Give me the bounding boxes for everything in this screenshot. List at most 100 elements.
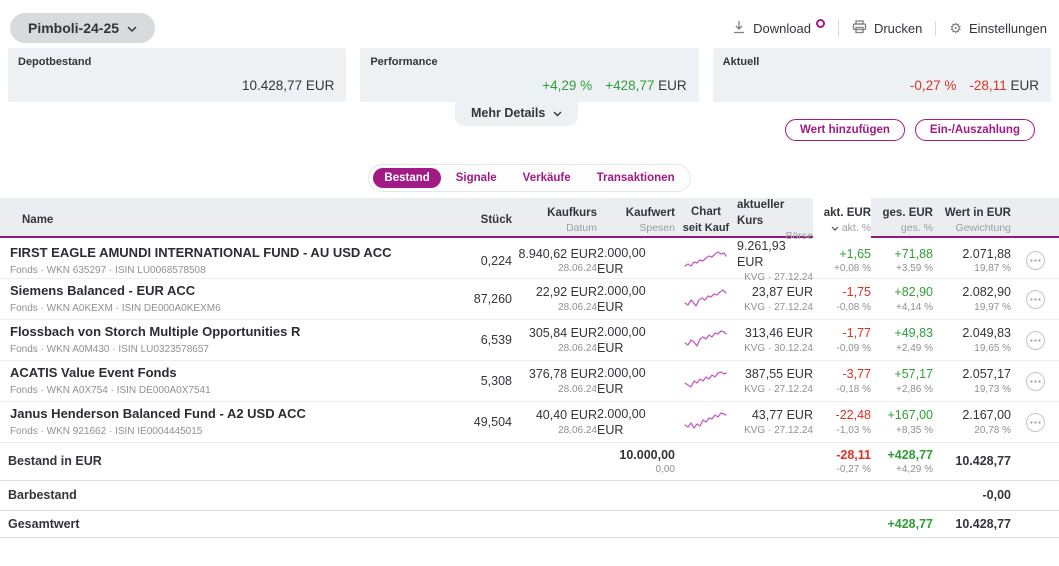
sparkline-chart (684, 369, 728, 393)
fund-meta: Fonds · WKN A0X754 · ISIN DE000A0X7541 (10, 384, 211, 397)
ges-eur-cell: +71,88 +3,59 % (871, 246, 933, 275)
ellipsis-icon (1030, 421, 1041, 424)
fund-name-link[interactable]: FIRST EAGLE AMUNDI INTERNATIONAL FUND - … (10, 245, 392, 262)
ellipsis-icon (1030, 339, 1041, 342)
wert-cell: 2.049,8319,65 % (933, 325, 1011, 354)
row-menu (1011, 251, 1059, 270)
kurs-cell: 23,87 EURKVG · 27.12.24 (737, 284, 813, 313)
fund-meta: Fonds · WKN A0KEXM · ISIN DE000A0KEXM6 (10, 302, 221, 315)
table-row: Flossbach von Storch Multiple Opportunit… (0, 320, 1059, 361)
ges-eur-cell: +49,83 +2,49 % (871, 325, 933, 354)
fund-name-link[interactable]: Janus Henderson Balanced Fund - A2 USD A… (10, 406, 306, 423)
settings-button[interactable]: ⚙ Einstellungen (935, 21, 1047, 36)
tab-transaktionen[interactable]: Transaktionen (586, 168, 686, 188)
add-value-button[interactable]: Wert hinzufügen (785, 119, 905, 141)
row-options-button[interactable] (1026, 372, 1045, 391)
gear-icon: ⚙ (949, 21, 962, 35)
summary-row-barbestand: Barbestand -0,00 (0, 481, 1059, 511)
col-menu (1011, 198, 1059, 243)
kaufwert-cell: 2.000,00 EUR (597, 406, 675, 439)
card-aktuell: Aktuell -0,27 % -28,11 EUR (713, 48, 1051, 102)
kaufkurs-cell: 22,92 EUR28.06.24 (512, 284, 597, 313)
summary-label: Bestand in EUR (0, 453, 440, 469)
summary-kaufwert: 10.000,00 0,00 (597, 447, 675, 476)
table-body: FIRST EAGLE AMUNDI INTERNATIONAL FUND - … (0, 238, 1059, 443)
fund-name-link[interactable]: Flossbach von Storch Multiple Opportunit… (10, 324, 300, 341)
cash-inout-button[interactable]: Ein-/Auszahlung (915, 119, 1035, 141)
row-menu (1011, 413, 1059, 432)
table-row: FIRST EAGLE AMUNDI INTERNATIONAL FUND - … (0, 238, 1059, 279)
stueck-cell: 5,308 (440, 373, 512, 389)
fund-name-link[interactable]: ACATIS Value Event Fonds (10, 365, 177, 382)
stueck-cell: 0,224 (440, 253, 512, 269)
summary-wert: 10.428,77 (933, 516, 1011, 532)
tabs-row: Bestand Signale Verkäufe Transaktionen (0, 164, 1059, 192)
sort-chevron-icon (831, 221, 839, 235)
col-stueck[interactable]: Stück (440, 198, 512, 243)
download-button[interactable]: Download (719, 20, 838, 37)
fund-name-cell: Flossbach von Storch Multiple Opportunit… (0, 324, 440, 356)
row-options-button[interactable] (1026, 331, 1045, 350)
sparkline-cell (675, 328, 737, 352)
kurs-cell: 387,55 EURKVG · 27.12.24 (737, 366, 813, 395)
chevron-down-icon (127, 20, 137, 36)
akt-eur-cell: -22,48 -1,03 % (813, 407, 871, 436)
more-details-label: Mehr Details (471, 106, 545, 120)
card-label: Performance (370, 56, 688, 68)
col-wert[interactable]: Wert in EURGewichtung (933, 198, 1011, 243)
card-performance: Performance +4,29 % +428,77 EUR (360, 48, 698, 102)
kaufwert-cell: 2.000,00 EUR (597, 324, 675, 357)
akt-eur-cell: -1,77 -0,09 % (813, 325, 871, 354)
holdings-table: Name Stück KaufkursDatum KaufwertSpesen … (0, 198, 1059, 538)
row-menu (1011, 372, 1059, 391)
row-menu (1011, 331, 1059, 350)
col-ges-eur[interactable]: ges. EURges. % (871, 198, 933, 243)
col-akt-eur[interactable]: akt. EUR akt. % (813, 198, 871, 243)
more-details-button[interactable]: Mehr Details (455, 102, 578, 126)
col-kurs[interactable]: aktueller KursBörse (737, 198, 813, 243)
col-kaufwert[interactable]: KaufwertSpesen (597, 198, 675, 243)
summary-wert: 10.428,77 (933, 453, 1011, 469)
row-options-button[interactable] (1026, 290, 1045, 309)
tab-bestand[interactable]: Bestand (373, 168, 440, 188)
summary-row-bestand: Bestand in EUR 10.000,00 0,00 -28,11 -0,… (0, 443, 1059, 481)
sparkline-cell (675, 287, 737, 311)
kurs-cell: 313,46 EURKVG · 30.12.24 (737, 325, 813, 354)
col-kaufkurs[interactable]: KaufkursDatum (512, 198, 597, 243)
depot-value: 10.428,77 EUR (242, 78, 334, 93)
tab-verkaeufe[interactable]: Verkäufe (512, 168, 582, 188)
row-options-button[interactable] (1026, 251, 1045, 270)
kaufkurs-cell: 40,40 EUR28.06.24 (512, 407, 597, 436)
table-row: ACATIS Value Event Fonds Fonds · WKN A0X… (0, 361, 1059, 402)
sparkline-cell (675, 369, 737, 393)
row-options-button[interactable] (1026, 413, 1045, 432)
portfolio-selector[interactable]: Pimboli-24-25 (10, 13, 155, 43)
print-button[interactable]: Drucken (838, 20, 935, 37)
fund-name-link[interactable]: Siemens Balanced - EUR ACC (10, 283, 195, 300)
tab-signale[interactable]: Signale (445, 168, 508, 188)
sparkline-chart (684, 249, 728, 273)
settings-label: Einstellungen (969, 21, 1047, 36)
stueck-cell: 49,504 (440, 414, 512, 430)
table-row: Janus Henderson Balanced Fund - A2 USD A… (0, 402, 1059, 443)
table-header: Name Stück KaufkursDatum KaufwertSpesen … (0, 198, 1059, 238)
aktuell-value: -28,11 EUR (969, 78, 1039, 93)
sparkline-cell (675, 410, 737, 434)
summary-ges: +428,77 +4,29 % (871, 447, 933, 476)
download-icon (732, 20, 746, 37)
performance-percent: +4,29 % (542, 78, 592, 93)
col-name[interactable]: Name (0, 198, 440, 243)
print-label: Drucken (874, 21, 922, 36)
ges-eur-cell: +167,00 +8,35 % (871, 407, 933, 436)
ellipsis-icon (1030, 298, 1041, 301)
ellipsis-icon (1030, 259, 1041, 262)
sparkline-cell (675, 249, 737, 273)
ellipsis-icon (1030, 380, 1041, 383)
ges-eur-cell: +82,90 +4,14 % (871, 284, 933, 313)
fund-meta: Fonds · WKN 635297 · ISIN LU0068578508 (10, 264, 206, 277)
kaufkurs-cell: 376,78 EUR28.06.24 (512, 366, 597, 395)
kaufwert-cell: 2.000,00 EUR (597, 245, 675, 278)
summary-label: Gesamtwert (0, 516, 440, 532)
kaufwert-cell: 2.000,00 EUR (597, 365, 675, 398)
fund-name-cell: Janus Henderson Balanced Fund - A2 USD A… (0, 406, 440, 438)
